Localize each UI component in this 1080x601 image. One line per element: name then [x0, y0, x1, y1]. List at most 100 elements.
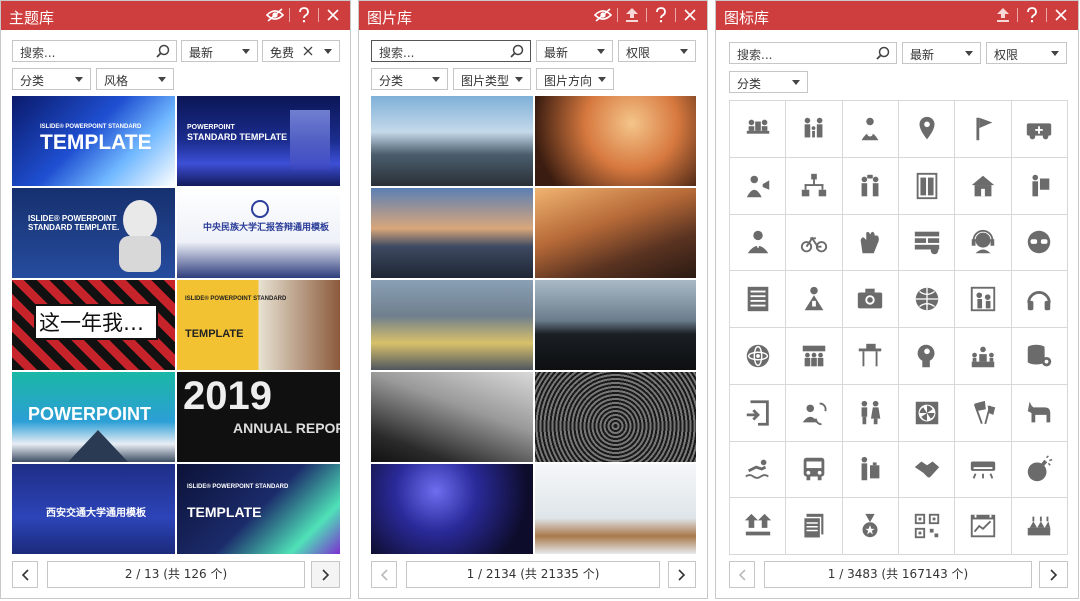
- picture-license-select[interactable]: 权限: [618, 40, 696, 62]
- icon-cell[interactable]: [786, 101, 843, 158]
- picture-thumbnail[interactable]: [371, 96, 533, 186]
- icon-cell[interactable]: [955, 157, 1012, 215]
- theme-sort-select[interactable]: 最新: [181, 40, 258, 62]
- icon-license-select[interactable]: 权限: [986, 42, 1067, 64]
- icon-cell[interactable]: [842, 157, 899, 215]
- picture-thumbnail[interactable]: [534, 280, 696, 370]
- help-icon[interactable]: [1017, 5, 1043, 25]
- theme-thumbnail[interactable]: 中央民族大学汇报答辩通用模板: [177, 188, 340, 278]
- icon-cell[interactable]: [786, 328, 843, 385]
- picture-sort-select[interactable]: 最新: [536, 40, 613, 62]
- theme-search-input[interactable]: 搜索...: [12, 40, 177, 62]
- close-icon[interactable]: [318, 5, 344, 25]
- icon-cell[interactable]: [730, 328, 787, 385]
- theme-thumbnail[interactable]: 这一年我…: [12, 280, 175, 370]
- picture-orientation-select[interactable]: 图片方向: [536, 68, 614, 90]
- icon-cell[interactable]: [842, 441, 899, 499]
- icon-cell[interactable]: [898, 214, 956, 272]
- search-icon[interactable]: [876, 46, 890, 63]
- picture-thumbnail[interactable]: [371, 372, 533, 462]
- prev-page-button[interactable]: [729, 561, 755, 588]
- icon-cell[interactable]: [955, 271, 1012, 328]
- clear-icon[interactable]: [303, 45, 313, 59]
- icon-cell[interactable]: [842, 498, 899, 555]
- picture-thumbnail[interactable]: [534, 96, 696, 186]
- theme-style-select[interactable]: 风格: [96, 68, 174, 90]
- theme-thumbnail[interactable]: ISLIDE® POWERPOINT STANDARD TEMPLATE.: [12, 188, 175, 278]
- icon-cell[interactable]: [842, 384, 899, 442]
- icon-cell[interactable]: [955, 441, 1012, 499]
- icon-cell[interactable]: [786, 498, 843, 555]
- icon-cell[interactable]: [730, 498, 787, 555]
- next-page-button[interactable]: [311, 561, 340, 588]
- close-icon[interactable]: [1046, 5, 1072, 25]
- icon-cell[interactable]: [786, 441, 843, 499]
- icon-cell[interactable]: [1011, 157, 1068, 215]
- icon-cell[interactable]: [898, 157, 956, 215]
- next-page-button[interactable]: [1039, 561, 1068, 588]
- icon-category-select[interactable]: 分类: [729, 71, 808, 93]
- picture-search-input[interactable]: 搜索...: [371, 40, 531, 62]
- next-page-button[interactable]: [668, 561, 696, 588]
- icon-cell[interactable]: [898, 441, 956, 499]
- icon-cell[interactable]: [898, 328, 956, 385]
- search-icon[interactable]: [510, 44, 524, 61]
- icon-cell[interactable]: [1011, 214, 1068, 272]
- theme-category-select[interactable]: 分类: [12, 68, 91, 90]
- hide-eye-icon[interactable]: [264, 5, 286, 25]
- icon-cell[interactable]: [898, 271, 956, 328]
- upload-icon[interactable]: [992, 5, 1014, 25]
- picture-category-select[interactable]: 分类: [371, 68, 448, 90]
- search-icon[interactable]: [156, 44, 170, 61]
- icon-cell[interactable]: [1011, 498, 1068, 555]
- icon-cell[interactable]: [898, 101, 956, 158]
- icon-cell[interactable]: [730, 384, 787, 442]
- hide-eye-icon[interactable]: [592, 5, 614, 25]
- icon-cell[interactable]: [786, 157, 843, 215]
- icon-cell[interactable]: [842, 101, 899, 158]
- theme-price-select[interactable]: 免费: [262, 40, 340, 62]
- icon-search-input[interactable]: 搜索...: [729, 42, 897, 64]
- icon-cell[interactable]: [898, 498, 956, 555]
- theme-thumbnail[interactable]: 2019 ANNUAL REPORT: [177, 372, 340, 462]
- theme-thumbnail[interactable]: POWERPOINT STANDARD TEMPLATE: [177, 96, 340, 186]
- picture-type-select[interactable]: 图片类型: [453, 68, 531, 90]
- help-icon[interactable]: [646, 5, 672, 25]
- icon-cell[interactable]: [1011, 271, 1068, 328]
- prev-page-button[interactable]: [371, 561, 397, 588]
- picture-thumbnail[interactable]: [534, 372, 696, 462]
- icon-cell[interactable]: [730, 441, 787, 499]
- theme-thumbnail[interactable]: ISLIDE® POWERPOINT STANDARD TEMPLATE: [12, 96, 175, 186]
- theme-thumbnail[interactable]: ISLIDE® POWERPOINT STANDARD TEMPLATE: [177, 464, 340, 554]
- icon-cell[interactable]: [786, 384, 843, 442]
- icon-cell[interactable]: [1011, 384, 1068, 442]
- picture-thumbnail[interactable]: [534, 464, 696, 554]
- icon-cell[interactable]: [730, 101, 787, 158]
- icon-cell[interactable]: [955, 214, 1012, 272]
- icon-cell[interactable]: [898, 384, 956, 442]
- prev-page-button[interactable]: [12, 561, 38, 588]
- icon-cell[interactable]: [842, 328, 899, 385]
- icon-cell[interactable]: [1011, 101, 1068, 158]
- theme-thumbnail[interactable]: ISLIDE® POWERPOINT STANDARD TEMPLATE: [177, 280, 340, 370]
- picture-thumbnail[interactable]: [534, 188, 696, 278]
- icon-cell[interactable]: [955, 328, 1012, 385]
- theme-thumbnail[interactable]: 西安交通大学通用模板: [12, 464, 175, 554]
- icon-sort-select[interactable]: 最新: [902, 42, 981, 64]
- icon-cell[interactable]: [955, 101, 1012, 158]
- icon-cell[interactable]: [730, 271, 787, 328]
- icon-cell[interactable]: [730, 157, 787, 215]
- icon-cell[interactable]: [730, 214, 787, 272]
- icon-cell[interactable]: [786, 271, 843, 328]
- icon-cell[interactable]: [1011, 441, 1068, 499]
- help-icon[interactable]: [289, 5, 315, 25]
- close-icon[interactable]: [675, 5, 701, 25]
- upload-icon[interactable]: [617, 5, 643, 25]
- theme-thumbnail[interactable]: POWERPOINT: [12, 372, 175, 462]
- icon-cell[interactable]: [842, 214, 899, 272]
- picture-thumbnail[interactable]: [371, 188, 533, 278]
- icon-cell[interactable]: [955, 498, 1012, 555]
- icon-cell[interactable]: [842, 271, 899, 328]
- picture-thumbnail[interactable]: [371, 464, 533, 554]
- icon-cell[interactable]: [1011, 328, 1068, 385]
